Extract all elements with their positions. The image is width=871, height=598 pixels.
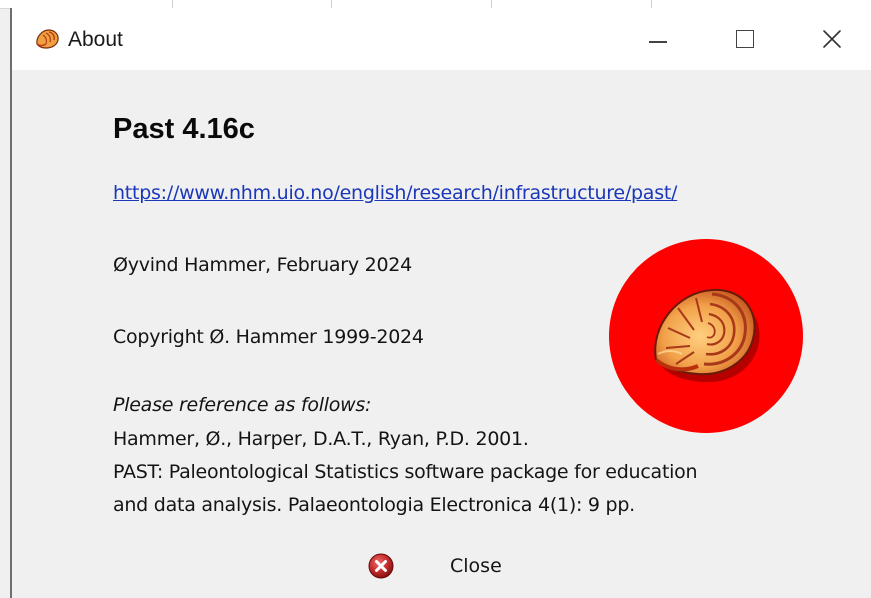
about-content: Past 4.16c https://www.nhm.uio.no/englis…	[12, 70, 871, 598]
reference-line: Hammer, Ø., Harper, D.A.T., Ryan, P.D. 2…	[113, 428, 529, 450]
column-divider	[491, 0, 492, 8]
reference-heading: Please reference as follows:	[113, 394, 372, 416]
maximize-button[interactable]	[699, 8, 791, 70]
reference-line: PAST: Paleontological Statistics softwar…	[113, 461, 698, 483]
about-dialog: About Past 4.16c https://www.nhm.uio.no/…	[10, 8, 871, 598]
minimize-icon	[649, 41, 667, 43]
window-title: About	[68, 28, 123, 51]
nautilus-shell-icon	[36, 29, 59, 49]
reference-line: and data analysis. Palaeontologia Electr…	[113, 494, 635, 516]
website-link[interactable]: https://www.nhm.uio.no/english/research/…	[113, 181, 677, 205]
close-button[interactable]: Close	[362, 546, 522, 586]
maximize-icon	[736, 30, 754, 48]
app-title: Past 4.16c	[113, 113, 255, 145]
author-line: Øyvind Hammer, February 2024	[113, 254, 412, 276]
column-divider	[651, 0, 652, 8]
window-close-button[interactable]	[786, 8, 871, 70]
title-bar[interactable]: About	[12, 8, 871, 70]
column-divider	[331, 0, 332, 8]
red-x-circle-icon	[368, 553, 394, 579]
copyright-line: Copyright Ø. Hammer 1999-2024	[113, 326, 424, 348]
nautilus-shell-logo	[609, 239, 803, 433]
minimize-button[interactable]	[612, 8, 704, 70]
column-divider	[172, 0, 173, 8]
close-button-label: Close	[450, 555, 502, 577]
close-x-icon	[823, 30, 841, 48]
